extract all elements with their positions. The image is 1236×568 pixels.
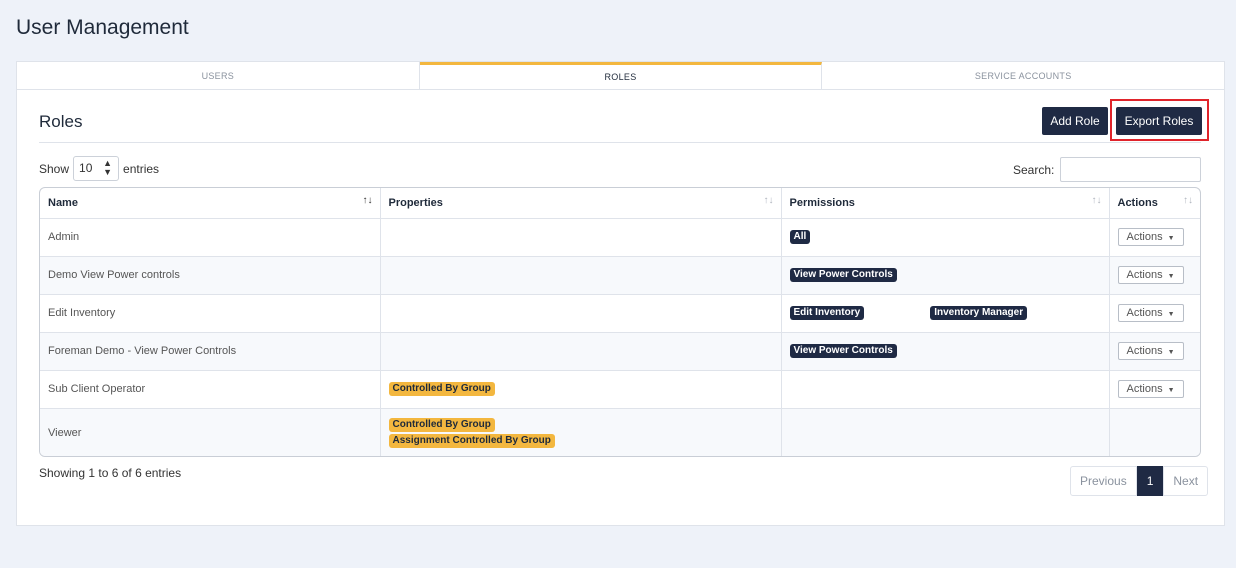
entries-label: entries	[123, 161, 160, 176]
actions-dropdown-button[interactable]: Actions ▼	[1117, 228, 1184, 246]
role-properties	[380, 294, 782, 333]
role-properties: Controlled By Group	[380, 370, 782, 409]
tab-users[interactable]: USERS	[17, 62, 420, 89]
permission-badge: View Power Controls	[789, 268, 897, 282]
caret-down-icon: ▼	[1167, 235, 1175, 242]
length-control: Show 10 ▲ ▼ entries	[39, 156, 159, 181]
entries-select[interactable]: 10 ▲ ▼	[73, 156, 120, 181]
sort-icon: ↑↓	[763, 195, 774, 206]
role-permissions: All	[781, 218, 1110, 257]
roles-table: Name ↑↓ Properties ↑↓ Permissions ↑↓ Action…	[39, 187, 1201, 457]
previous-page-button[interactable]: Previous	[1070, 466, 1137, 496]
role-permissions: View Power Controls	[781, 256, 1110, 295]
role-permissions: Edit Inventory Inventory Manager	[781, 294, 1110, 333]
permission-badge: View Power Controls	[789, 344, 897, 358]
table-row: Demo View Power controls View Power Cont…	[40, 256, 1200, 295]
actions-dropdown-button[interactable]: Actions ▼	[1117, 342, 1184, 360]
next-page-button[interactable]: Next	[1163, 466, 1209, 496]
section-title: Roles	[39, 112, 83, 131]
sort-asc-icon: ↑↓	[362, 195, 373, 206]
permission-badge: Edit Inventory	[789, 306, 865, 320]
actions-dropdown-button[interactable]: Actions ▼	[1117, 266, 1184, 284]
divider	[39, 142, 1201, 143]
role-actions: Actions ▼	[1109, 256, 1200, 295]
role-actions: Actions ▼	[1109, 370, 1200, 409]
role-name: Edit Inventory	[40, 294, 381, 333]
sort-icon: ↑↓	[1183, 195, 1193, 206]
caret-down-icon: ▼	[1167, 273, 1175, 280]
add-role-button[interactable]: Add Role	[1042, 107, 1108, 135]
role-properties	[380, 218, 782, 257]
caret-down-icon: ▼	[1167, 387, 1175, 394]
pagination: Previous 1 Next	[1070, 466, 1209, 496]
role-actions: Actions ▼	[1109, 332, 1200, 371]
role-name: Sub Client Operator	[40, 370, 381, 409]
column-header-permissions[interactable]: Permissions ↑↓	[781, 188, 1110, 219]
role-name: Foreman Demo - View Power Controls	[40, 332, 381, 371]
property-badge: Assignment Controlled By Group	[388, 433, 555, 448]
show-label: Show	[39, 161, 70, 176]
property-badge: Controlled By Group	[388, 382, 495, 396]
role-actions: Actions ▼	[1109, 218, 1200, 257]
tab-roles[interactable]: ROLES	[419, 62, 823, 89]
actions-dropdown-button[interactable]: Actions ▼	[1117, 304, 1184, 322]
tab-service-accounts[interactable]: SERVICE ACCOUNTS	[822, 62, 1224, 89]
column-header-actions[interactable]: Actions ↑↓	[1109, 188, 1200, 219]
table-row: Viewer Controlled By Group Assignment Co…	[40, 408, 1200, 456]
table-row: Sub Client Operator Controlled By Group …	[40, 370, 1200, 409]
role-properties: Controlled By Group Assignment Controlle…	[380, 408, 782, 456]
permission-badge: All	[789, 230, 811, 244]
role-name: Admin	[40, 218, 381, 257]
search-input[interactable]	[1060, 157, 1202, 182]
search-label: Search:	[1013, 162, 1055, 177]
caret-down-icon: ▼	[1167, 311, 1175, 318]
role-actions: Actions ▼	[1109, 294, 1200, 333]
roles-card: USERS ROLES SERVICE ACCOUNTS Roles Add R…	[16, 61, 1225, 526]
table-row: Edit Inventory Edit Inventory Inventory M…	[40, 294, 1200, 333]
page-1-button[interactable]: 1	[1136, 466, 1164, 496]
search-control: Search:	[1013, 157, 1202, 182]
table-info: Showing 1 to 6 of 6 entries	[39, 466, 182, 480]
select-caret-icon: ▲ ▼	[103, 158, 113, 177]
export-roles-button[interactable]: Export Roles	[1116, 107, 1202, 135]
role-permissions	[781, 408, 1110, 456]
role-properties	[380, 332, 782, 371]
table-row: Admin All Actions ▼	[40, 218, 1200, 257]
page-title: User Management	[16, 16, 189, 39]
role-name: Viewer	[40, 408, 381, 456]
table-row: Foreman Demo - View Power Controls View …	[40, 332, 1200, 371]
property-badge: Controlled By Group	[388, 417, 495, 432]
role-properties	[380, 256, 782, 295]
actions-dropdown-button[interactable]: Actions ▼	[1117, 380, 1184, 398]
column-header-properties[interactable]: Properties ↑↓	[380, 188, 782, 219]
role-permissions	[781, 370, 1110, 409]
role-name: Demo View Power controls	[40, 256, 381, 295]
tab-bar: USERS ROLES SERVICE ACCOUNTS	[17, 62, 1224, 90]
role-permissions: View Power Controls	[781, 332, 1110, 371]
sort-icon: ↑↓	[1091, 195, 1102, 206]
permission-badge: Inventory Manager	[930, 306, 1028, 320]
caret-down-icon: ▼	[1167, 349, 1175, 356]
column-header-name[interactable]: Name ↑↓	[40, 188, 381, 219]
entries-select-value: 10	[79, 161, 93, 175]
role-actions	[1109, 408, 1200, 456]
